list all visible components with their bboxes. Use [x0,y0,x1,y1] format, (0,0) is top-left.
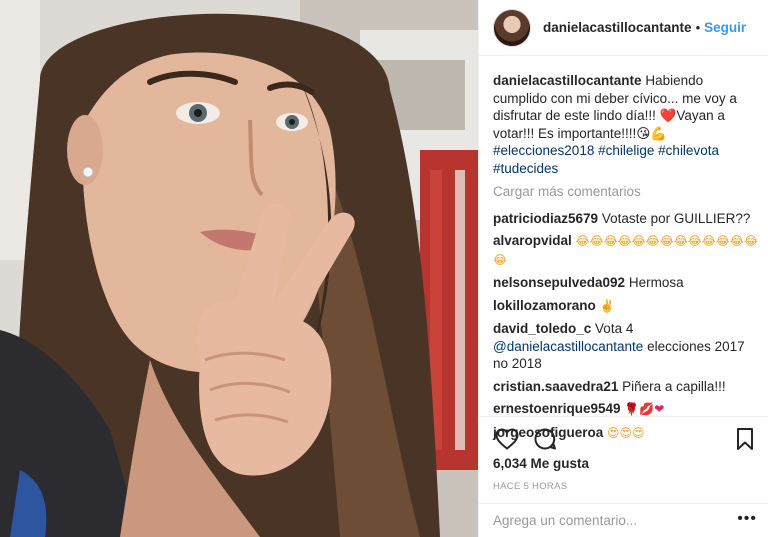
hashtag-link[interactable]: #chilelige [598,143,654,158]
post-timestamp: HACE 5 HORAS [493,481,568,492]
comment-username[interactable]: nelsonsepulveda092 [493,275,625,290]
comment-input[interactable] [493,513,733,528]
more-options-icon[interactable]: ••• [737,511,757,527]
avatar[interactable] [493,8,531,47]
post-photo[interactable] [0,0,478,537]
comments-list: danielacastillocantante Habiendo cumplid… [493,72,759,447]
add-comment-bar: ••• [479,503,768,537]
comment-item: nelsonsepulveda092 Hermosa [493,274,759,292]
comment-text: Hermosa [628,275,684,290]
comment-icon[interactable] [531,425,559,453]
comment-username[interactable]: alvaropvidal [493,233,572,248]
post-header: danielacastillocantante • Seguir [479,0,768,56]
follow-button[interactable]: Seguir [704,20,746,35]
hashtag-link[interactable]: #elecciones2018 [493,143,594,158]
hashtag-link[interactable]: #chilevota [658,143,719,158]
hashtag-link[interactable]: #tudecides [493,161,558,176]
comment-username[interactable]: cristian.saavedra21 [493,379,618,394]
comment-text: Votaste por GUILLIER?? [601,210,751,226]
action-bar [479,416,768,460]
comment-item: patriciodiaz5679 Votaste por GUILLIER?? [493,210,759,228]
load-more-comments-button[interactable]: Cargar más comentarios [493,183,759,201]
mention-link[interactable]: @danielacastillocantante [493,339,643,354]
heart-icon[interactable] [493,425,521,453]
comment-username[interactable]: patriciodiaz5679 [493,211,598,226]
separator-dot: • [695,20,701,35]
comment-item: cristian.saavedra21 Piñera a capilla!!! [493,378,759,396]
caption: danielacastillocantante Habiendo cumplid… [493,72,759,177]
comment-item: david_toledo_c Vota 4 @danielacastilloca… [493,320,759,373]
comment-text: 🌹💋❤ [624,402,665,416]
comment-text: Vota 4 [595,321,634,336]
header-username[interactable]: danielacastillocantante [543,20,692,35]
comment-item: alvaropvidal 😂😂😂😂😂😂😂😂😂😂😂😂😂😂 [493,232,759,269]
bookmark-icon[interactable] [731,425,759,453]
comment-username[interactable]: david_toledo_c [493,321,591,336]
selfie-image [0,0,478,537]
comment-text: ✌️ [599,298,615,313]
comment-username[interactable]: lokillozamorano [493,298,596,313]
comment-item: lokillozamorano ✌️ [493,297,759,316]
comment-username[interactable]: ernestoenrique9549 [493,401,621,416]
caption-username[interactable]: danielacastillocantante [493,73,642,88]
likes-count[interactable]: 6,034 Me gusta [493,456,589,471]
comment-text: Piñera a capilla!!! [622,378,726,394]
post-sidebar: danielacastillocantante • Seguir daniela… [478,0,768,537]
